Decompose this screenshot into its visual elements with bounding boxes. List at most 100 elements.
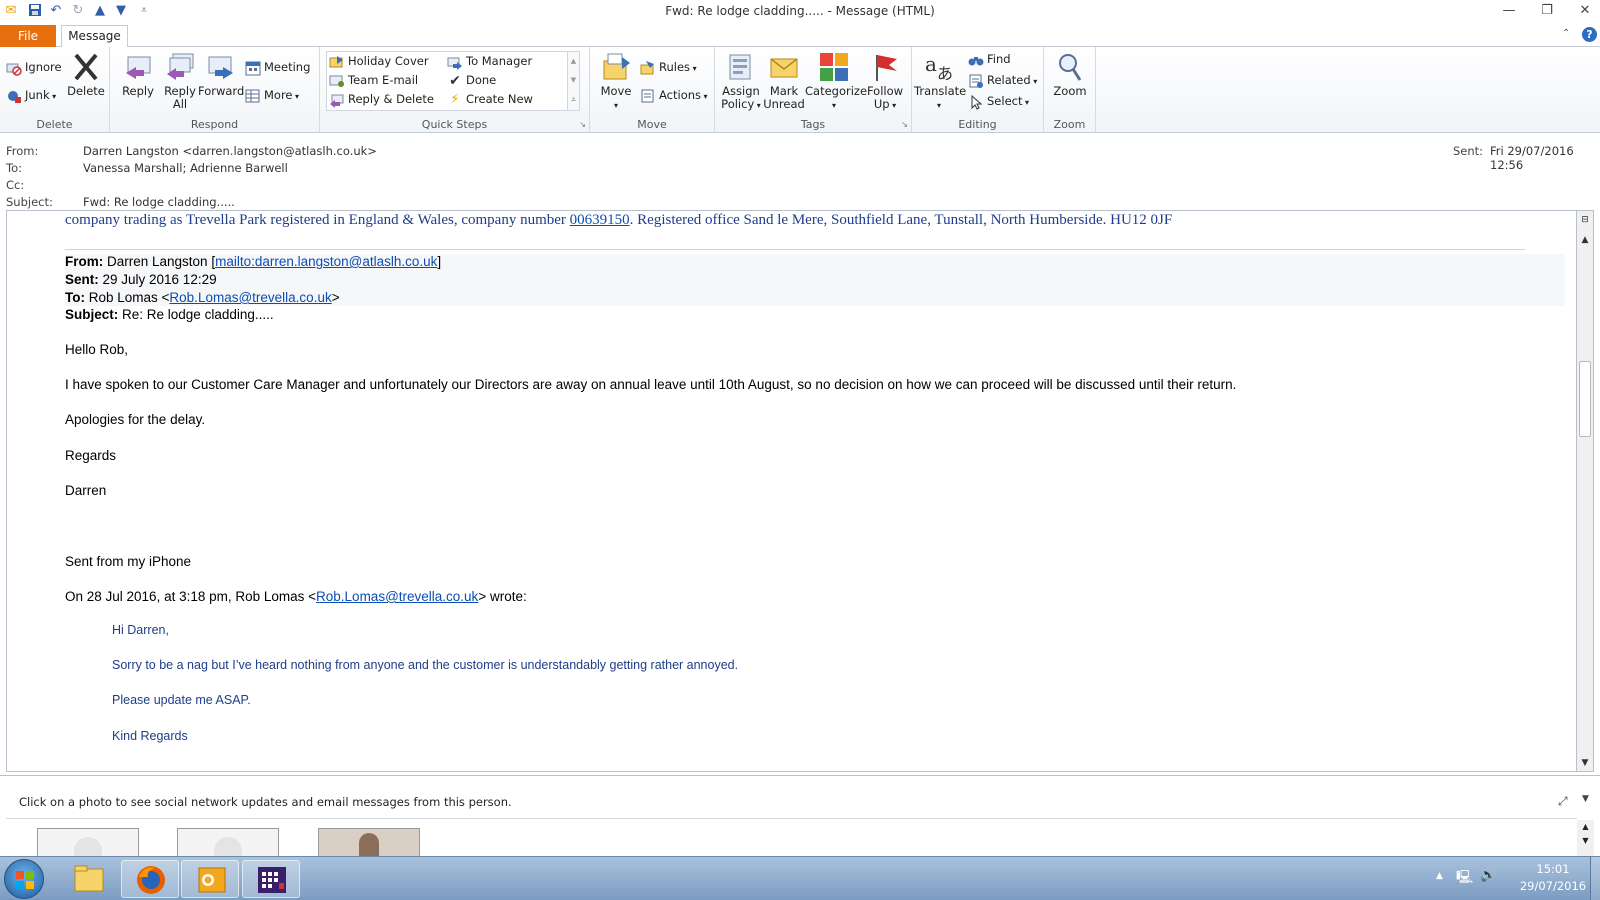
quoted-paragraph-2: Please update me ASAP. [112, 693, 251, 707]
help-icon[interactable]: ? [1582, 27, 1597, 42]
collapse-pane-icon[interactable]: ▼ [1582, 794, 1589, 804]
actions-icon [640, 88, 656, 104]
restore-button[interactable]: ❐ [1534, 2, 1560, 20]
quick-step-forward-icon [447, 54, 463, 70]
close-button[interactable]: ✕ [1572, 2, 1598, 20]
quick-steps-scroller[interactable]: ▲ ▼ ⩡ [567, 52, 579, 110]
reply-button[interactable]: Reply [118, 51, 158, 98]
to-value[interactable]: Vanessa Marshall; Adrienne Barwell [83, 161, 288, 175]
meeting-calendar-icon [245, 60, 261, 76]
sent-label: Sent: [1453, 144, 1484, 158]
related-icon [968, 73, 984, 89]
folder-icon [74, 865, 104, 892]
categorize-button[interactable]: Categorize ▾ [805, 51, 867, 112]
lightning-icon: ⚡ [450, 91, 460, 107]
assign-policy-button[interactable]: Assign Policy ▾ [719, 51, 763, 112]
clock-time: 15:01 [1536, 862, 1570, 876]
people-pane-scrollbar[interactable]: ▲ ▼ [1577, 820, 1594, 856]
reply-all-icon [164, 51, 196, 83]
contact-photo-1[interactable] [37, 828, 139, 859]
people-scroll-down[interactable]: ▼ [1577, 834, 1594, 848]
move-group: Move ▾ Rules ▾ Actions ▾ Move [590, 47, 715, 133]
body-paragraph-2: Apologies for the delay. [65, 412, 206, 427]
ignore-button[interactable]: Ignore [6, 59, 62, 76]
to-label: To: [6, 161, 22, 175]
reply-icon [122, 51, 154, 83]
reply-all-button[interactable]: Reply All [160, 51, 200, 111]
network-icon[interactable]: 🖳 [1456, 868, 1473, 890]
quick-step-done[interactable]: ✔ Done [447, 72, 496, 89]
minimize-ribbon-icon[interactable]: ⌃ [1562, 28, 1570, 39]
quick-step-create-new[interactable]: ⚡ Create New [447, 91, 533, 108]
move-button[interactable]: Move ▾ [596, 51, 636, 112]
taskbar-app[interactable] [242, 860, 300, 898]
window-title: Fwd: Re lodge cladding..... - Message (H… [665, 4, 935, 18]
editing-group: aあ Translate ▾ Find Related ▾ Select ▾ Ed… [912, 47, 1044, 133]
mailto-link[interactable]: mailto:darren.langston@atlaslh.co.uk [215, 254, 437, 269]
rob-email-link[interactable]: Rob.Lomas@trevella.co.uk [169, 290, 331, 305]
tab-file[interactable]: File [0, 25, 56, 47]
related-button[interactable]: Related ▾ [968, 72, 1037, 90]
show-hidden-icons[interactable]: ▲ [1436, 871, 1443, 881]
expand-pane-icon[interactable]: ⤢ [1558, 794, 1568, 809]
quick-step-reply-delete[interactable]: Reply & Delete [329, 91, 434, 108]
contact-photo-3[interactable] [318, 828, 420, 859]
more-respond-button[interactable]: More ▾ [245, 87, 299, 105]
quick-step-to-manager[interactable]: To Manager [447, 53, 532, 70]
separator-line [65, 249, 1525, 250]
app-grid-icon [258, 867, 286, 893]
follow-up-flag-icon [869, 51, 901, 83]
cursor-icon [968, 94, 984, 110]
show-desktop-button[interactable] [1590, 857, 1600, 900]
follow-up-button[interactable]: Follow Up ▾ [863, 51, 907, 112]
scroll-up-arrow[interactable]: ▲ [1577, 233, 1593, 247]
regards: Regards [65, 448, 117, 463]
select-button[interactable]: Select ▾ [968, 93, 1029, 111]
body-paragraph-1: I have spoken to our Customer Care Manag… [65, 377, 1237, 392]
taskbar-clock[interactable]: 15:01 29/07/2016 [1518, 861, 1588, 895]
rules-button[interactable]: Rules ▾ [640, 59, 697, 77]
translate-icon: aあ [923, 51, 955, 83]
scroll-down-arrow[interactable]: ▼ [1577, 756, 1593, 770]
meeting-button[interactable]: Meeting [245, 59, 310, 76]
mark-unread-button[interactable]: Mark Unread [763, 51, 805, 111]
actions-button[interactable]: Actions ▾ [640, 87, 708, 105]
firefox-icon [137, 866, 165, 894]
find-button[interactable]: Find [968, 51, 1011, 68]
from-value[interactable]: Darren Langston <darren.langston@atlaslh… [83, 144, 377, 158]
windows-logo-icon [16, 871, 34, 889]
taskbar-explorer[interactable] [60, 860, 118, 898]
ribbon: Ignore Junk ▾ Delete Delete Reply Reply … [0, 47, 1600, 133]
taskbar-outlook[interactable] [181, 860, 239, 898]
junk-button[interactable]: Junk ▾ [6, 87, 56, 105]
message-header: From: Darren Langston <darren.langston@a… [0, 134, 1600, 210]
split-view-icon[interactable]: ⊟ [1577, 213, 1593, 227]
wrote-email-link[interactable]: Rob.Lomas@trevella.co.uk [316, 589, 478, 604]
quick-steps-launcher-icon[interactable]: ↘ [579, 120, 586, 129]
body-scrollbar[interactable]: ⊟ ▲ ▼ [1577, 210, 1594, 772]
contact-photo-2[interactable] [177, 828, 279, 859]
from-label: From: [6, 144, 39, 158]
people-scroll-up[interactable]: ▲ [1577, 820, 1594, 834]
minimize-button[interactable]: — [1496, 2, 1522, 20]
fwd-subject-line: Subject: Re: Re lodge cladding..... [65, 307, 274, 322]
forward-button[interactable]: Forward [198, 51, 244, 98]
taskbar-firefox[interactable] [121, 860, 179, 898]
company-number-link[interactable]: 00639150 [570, 212, 630, 228]
quick-step-team-email[interactable]: Team E-mail [329, 72, 418, 89]
quick-steps-group-label: Quick Steps [421, 118, 488, 131]
tab-message[interactable]: Message [61, 25, 128, 48]
title-bar: ✉ ↶ ↻ ▲ ▼ ⩡ Fwd: Re lodge cladding..... … [0, 0, 1600, 23]
start-button[interactable] [4, 859, 44, 899]
delete-button[interactable]: Delete [66, 51, 106, 98]
message-body[interactable]: company trading as Trevella Park registe… [6, 210, 1577, 772]
quick-step-holiday-cover[interactable]: Holiday Cover [329, 53, 429, 70]
assign-policy-icon [725, 51, 757, 83]
scroll-thumb[interactable] [1579, 361, 1591, 437]
zoom-button[interactable]: Zoom [1048, 51, 1092, 98]
tags-launcher-icon[interactable]: ↘ [901, 120, 908, 129]
translate-button[interactable]: aあ Translate ▾ [914, 51, 966, 112]
people-pane-text: Click on a photo to see social network u… [19, 795, 512, 809]
volume-icon[interactable]: 🔊 [1480, 868, 1496, 883]
sent-from-iphone: Sent from my iPhone [65, 554, 192, 569]
